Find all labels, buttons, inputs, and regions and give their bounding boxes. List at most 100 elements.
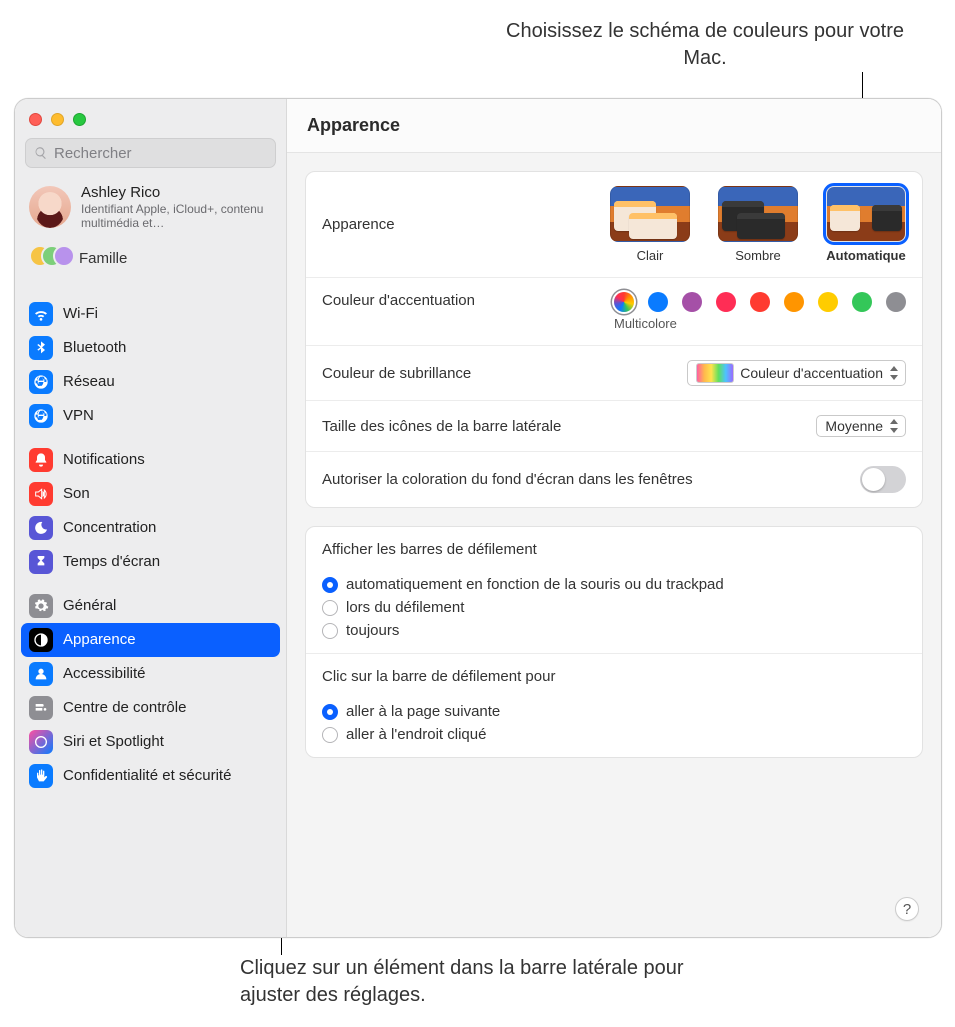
sidebar-item-label: Son bbox=[63, 485, 90, 502]
row-label-highlight: Couleur de subrillance bbox=[322, 365, 471, 382]
scrollbars-option-scrolling[interactable]: lors du défilement bbox=[322, 599, 906, 616]
content-area: Apparence Apparence Clair Sombre Automatiq… bbox=[287, 99, 941, 937]
sidebar-item-siri[interactable]: Siri et Spotlight bbox=[21, 725, 280, 759]
radio-label: automatiquement en fonction de la souris… bbox=[346, 576, 724, 593]
sidebar-item-wifi[interactable]: Wi-Fi bbox=[21, 297, 280, 331]
row-label-appearance: Apparence bbox=[322, 216, 395, 233]
zoom-button[interactable] bbox=[73, 113, 86, 126]
sidebar-item-general[interactable]: Général bbox=[21, 589, 280, 623]
accent-yellow[interactable] bbox=[818, 292, 838, 312]
scrollbar-click-options: aller à la page suivante aller à l'endroi… bbox=[322, 703, 906, 743]
accent-red[interactable] bbox=[750, 292, 770, 312]
help-button[interactable]: ? bbox=[895, 897, 919, 921]
callout-top: Choisissez le schéma de couleurs pour vo… bbox=[505, 18, 905, 72]
contrast-icon bbox=[29, 628, 53, 652]
highlight-value: Couleur d'accentuation bbox=[740, 365, 883, 381]
sidebar-item-vpn[interactable]: VPN bbox=[21, 399, 280, 433]
scrollbar-panel: Afficher les barres de défilement automa… bbox=[305, 526, 923, 758]
sidebar-size-select[interactable]: Moyenne bbox=[816, 415, 906, 437]
radio-icon bbox=[322, 577, 338, 593]
accent-color-options bbox=[614, 292, 906, 312]
radio-label: lors du défilement bbox=[346, 599, 464, 616]
sidebar-item-label: Bluetooth bbox=[63, 339, 126, 356]
sidebar-item-label: Apparence bbox=[63, 631, 136, 648]
sidebar: Rechercher Ashley Rico Identifiant Apple… bbox=[15, 99, 287, 937]
radio-label: aller à la page suivante bbox=[346, 703, 500, 720]
sidebar-item-notifications[interactable]: Notifications bbox=[21, 443, 280, 477]
account-subtitle: Identifiant Apple, iCloud+, contenu mult… bbox=[81, 202, 272, 231]
scrollbars-option-always[interactable]: toujours bbox=[322, 622, 906, 639]
sidebar-item-focus[interactable]: Concentration bbox=[21, 511, 280, 545]
search-input[interactable]: Rechercher bbox=[25, 138, 276, 168]
sidebar-item-label: Accessibilité bbox=[63, 665, 146, 682]
sidebar-item-label: Confidentialité et sécurité bbox=[63, 767, 231, 784]
hand-icon bbox=[29, 764, 53, 788]
accent-multicolor[interactable] bbox=[614, 292, 634, 312]
titlebar: Apparence bbox=[287, 99, 941, 153]
row-highlight: Couleur de subrillance Couleur d'accentu… bbox=[306, 346, 922, 401]
theme-options: Clair Sombre Automatique bbox=[610, 186, 906, 263]
accent-green[interactable] bbox=[852, 292, 872, 312]
sidebar-item-bluetooth[interactable]: Bluetooth bbox=[21, 331, 280, 365]
sidebar-item-controlcenter[interactable]: Centre de contrôle bbox=[21, 691, 280, 725]
scrollbar-click-option-spot[interactable]: aller à l'endroit cliqué bbox=[322, 726, 906, 743]
sidebar-item-label: VPN bbox=[63, 407, 94, 424]
callout-bottom: Cliquez sur un élément dans la barre lat… bbox=[240, 955, 740, 1009]
wallpaper-tint-toggle[interactable] bbox=[860, 466, 906, 493]
chevron-updown-icon bbox=[888, 365, 900, 381]
radio-label: toujours bbox=[346, 622, 399, 639]
theme-option-auto[interactable]: Automatique bbox=[826, 186, 906, 263]
radio-icon bbox=[322, 727, 338, 743]
theme-label: Automatique bbox=[826, 248, 906, 263]
row-label-wallpaper-tint: Autoriser la coloration du fond d'écran … bbox=[322, 471, 693, 488]
window-controls bbox=[15, 99, 286, 132]
accent-purple[interactable] bbox=[682, 292, 702, 312]
row-accent: Couleur d'accentuation Multicolore bbox=[306, 278, 922, 346]
family-label: Famille bbox=[79, 250, 127, 267]
apple-id-row[interactable]: Ashley Rico Identifiant Apple, iCloud+, … bbox=[15, 178, 286, 237]
avatar bbox=[29, 186, 71, 228]
chevron-updown-icon bbox=[888, 418, 900, 434]
close-button[interactable] bbox=[29, 113, 42, 126]
theme-option-light[interactable]: Clair bbox=[610, 186, 690, 263]
gear-icon bbox=[29, 594, 53, 618]
accent-pink[interactable] bbox=[716, 292, 736, 312]
row-sidebar-size: Taille des icônes de la barre latérale M… bbox=[306, 401, 922, 452]
highlight-preview-icon bbox=[696, 363, 734, 383]
sidebar-item-privacy[interactable]: Confidentialité et sécurité bbox=[21, 759, 280, 793]
sidebar-item-screentime[interactable]: Temps d'écran bbox=[21, 545, 280, 579]
row-wallpaper-tint: Autoriser la coloration du fond d'écran … bbox=[306, 452, 922, 507]
appearance-panel: Apparence Clair Sombre Automatique Couleur… bbox=[305, 171, 923, 508]
accent-orange[interactable] bbox=[784, 292, 804, 312]
settings-window: Rechercher Ashley Rico Identifiant Apple… bbox=[14, 98, 942, 938]
scrollbars-option-auto[interactable]: automatiquement en fonction de la souris… bbox=[322, 576, 906, 593]
minimize-button[interactable] bbox=[51, 113, 64, 126]
theme-label: Sombre bbox=[718, 248, 798, 263]
accent-graphite[interactable] bbox=[886, 292, 906, 312]
accent-blue[interactable] bbox=[648, 292, 668, 312]
radio-icon bbox=[322, 623, 338, 639]
person-icon bbox=[29, 662, 53, 686]
sidebar-item-sound[interactable]: Son bbox=[21, 477, 280, 511]
accent-selected-name: Multicolore bbox=[614, 316, 906, 331]
sidebar-item-appearance[interactable]: Apparence bbox=[21, 623, 280, 657]
row-scrollbars: Afficher les barres de défilement automa… bbox=[306, 527, 922, 654]
search-icon bbox=[34, 146, 48, 160]
theme-option-dark[interactable]: Sombre bbox=[718, 186, 798, 263]
sidebar-item-label: Centre de contrôle bbox=[63, 699, 186, 716]
family-row[interactable]: Famille bbox=[15, 237, 286, 287]
sidebar-item-label: Siri et Spotlight bbox=[63, 733, 164, 750]
radio-label: aller à l'endroit cliqué bbox=[346, 726, 486, 743]
row-label-sidebar-size: Taille des icônes de la barre latérale bbox=[322, 418, 561, 435]
sidebar-item-label: Temps d'écran bbox=[63, 553, 160, 570]
page-title: Apparence bbox=[307, 115, 400, 136]
sidebar-item-network[interactable]: Réseau bbox=[21, 365, 280, 399]
hourglass-icon bbox=[29, 550, 53, 574]
highlight-select[interactable]: Couleur d'accentuation bbox=[687, 360, 906, 386]
sidebar-item-accessibility[interactable]: Accessibilité bbox=[21, 657, 280, 691]
sidebar-item-label: Général bbox=[63, 597, 116, 614]
theme-label: Clair bbox=[610, 248, 690, 263]
bluetooth-icon bbox=[29, 336, 53, 360]
search-placeholder: Rechercher bbox=[54, 145, 132, 162]
scrollbar-click-option-page[interactable]: aller à la page suivante bbox=[322, 703, 906, 720]
